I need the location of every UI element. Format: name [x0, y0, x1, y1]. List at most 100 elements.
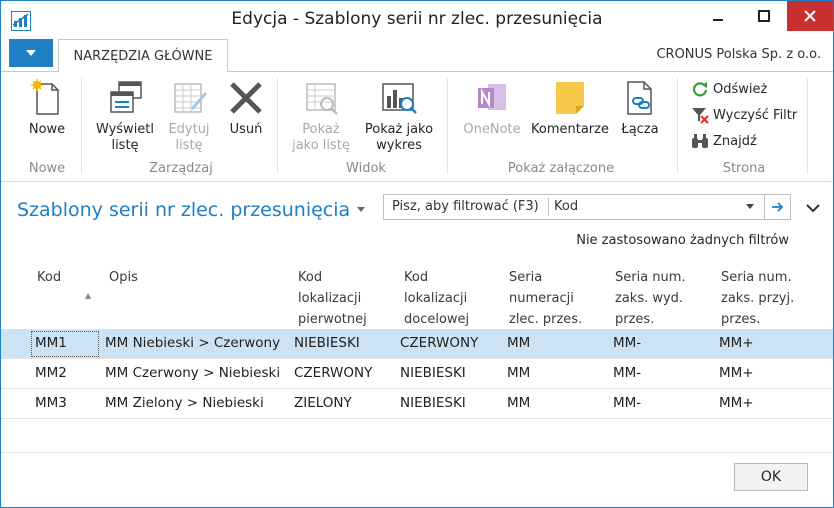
page-title: Szablony serii nr zlec. przesunięcia — [17, 199, 351, 221]
group-label-nowe: Nowe — [28, 161, 66, 176]
new-button[interactable]: Nowe — [23, 78, 71, 138]
onenote-button[interactable]: OneNote — [459, 78, 525, 138]
column-header-kod[interactable]: Kod — [37, 267, 61, 288]
title-dropdown-icon[interactable] — [357, 207, 365, 213]
cell-lokalizacja-pierwotna[interactable]: NIEBIESKI — [294, 335, 360, 351]
refresh-icon — [692, 82, 708, 97]
minimize-button[interactable] — [695, 1, 741, 31]
cell-opis[interactable]: MM Niebieski > Czerwony — [105, 335, 280, 351]
cell-seria-przyj[interactable]: MM+ — [719, 395, 754, 411]
cell-seria-wyd[interactable]: MM- — [613, 335, 641, 351]
dialog-window: Edycja - Szablony serii nr zlec. przesun… — [0, 0, 834, 508]
footer-divider — [1, 452, 833, 453]
cell-lokalizacja-pierwotna[interactable]: CZERWONY — [294, 365, 372, 381]
group-separator — [807, 78, 808, 174]
column-header-label: Kod — [298, 270, 323, 285]
column-header-label: Seria num. — [615, 270, 686, 285]
new-document-icon — [31, 79, 59, 115]
clear-filter-label: Wyczyść Filtr — [713, 107, 798, 123]
filter-field-select[interactable]: Kod — [554, 199, 578, 214]
group-label-widok: Widok — [346, 161, 386, 176]
cell-lokalizacja-docelowa[interactable]: CZERWONY — [400, 335, 478, 351]
clear-filter-button[interactable]: Wyczyść Filtr — [691, 106, 797, 124]
show-as-chart-button[interactable]: Pokaż jako wykres — [359, 78, 439, 154]
show-as-list-button[interactable]: Pokaż jako listę — [289, 78, 353, 154]
cell-seria-przyj[interactable]: MM+ — [719, 335, 754, 351]
cell-opis[interactable]: MM Zielony > Niebieski — [105, 395, 264, 411]
onenote-icon — [478, 84, 506, 110]
column-header-label: zlec. przes. — [509, 312, 583, 327]
cell-seria[interactable]: MM — [507, 365, 530, 381]
new-button-label: Nowe — [28, 122, 66, 137]
column-header-seria-przyj[interactable]: Seria num. zaks. przyj. przes. — [721, 267, 794, 330]
cell-kod[interactable]: MM1 — [35, 335, 67, 351]
table-row[interactable]: MM3 MM Zielony > Niebieski ZIELONY NIEBI… — [1, 389, 833, 419]
cell-kod[interactable]: MM2 — [35, 365, 67, 381]
filter-input[interactable]: Pisz, aby filtrować (F3) — [392, 199, 539, 214]
column-header-lokalizacja-docelowa[interactable]: Kod lokalizacji docelowej — [404, 267, 469, 330]
edit-list-icon — [174, 83, 207, 113]
find-button[interactable]: Znajdź — [691, 132, 757, 150]
column-header-label: zaks. przyj. — [721, 291, 795, 306]
ok-button[interactable]: OK — [734, 463, 808, 491]
cell-lokalizacja-docelowa[interactable]: NIEBIESKI — [400, 365, 466, 381]
column-header-label: numeracji — [509, 291, 574, 306]
sort-ascending-icon: ▲ — [85, 291, 92, 300]
cell-lokalizacja-pierwotna[interactable]: ZIELONY — [294, 395, 352, 411]
links-button[interactable]: Łącza — [617, 78, 663, 138]
link-document-icon — [627, 81, 652, 115]
show-as-list-label-1: Pokaż — [302, 122, 340, 137]
no-filters-status: Nie zastosowano żadnych filtrów — [576, 233, 789, 248]
cell-seria-wyd[interactable]: MM- — [613, 395, 641, 411]
filter-field-dropdown-icon[interactable] — [746, 204, 754, 210]
column-header-seria[interactable]: Seria numeracji zlec. przes. — [509, 267, 582, 330]
apply-filter-button[interactable] — [764, 195, 790, 219]
find-label: Znajdź — [713, 133, 757, 149]
cell-seria-wyd[interactable]: MM- — [613, 365, 641, 381]
maximize-button[interactable] — [741, 1, 787, 31]
cell-seria-przyj[interactable]: MM+ — [719, 365, 754, 381]
group-separator — [677, 78, 678, 174]
tab-home[interactable]: NARZĘDZIA GŁÓWNE — [58, 39, 228, 72]
refresh-label: Odśwież — [713, 81, 768, 97]
table-row[interactable]: MM1 MM Niebieski > Czerwony NIEBIESKI CZ… — [1, 329, 833, 359]
edit-list-label-1: Edytuj — [168, 122, 210, 137]
cell-seria[interactable]: MM — [507, 395, 530, 411]
column-header-seria-wyd[interactable]: Seria num. zaks. wyd. przes. — [615, 267, 686, 330]
company-name: CRONUS Polska Sp. z o.o. — [656, 47, 821, 62]
column-header-opis[interactable]: Opis — [109, 267, 138, 288]
column-header-label: przes. — [721, 312, 761, 327]
column-header-label: Seria num. — [721, 270, 792, 285]
show-as-chart-label-2: wykres — [376, 138, 422, 153]
delete-button[interactable]: Usuń — [223, 78, 269, 138]
column-header-label: zaks. wyd. — [615, 291, 684, 306]
refresh-button[interactable]: Odśwież — [691, 80, 767, 98]
group-separator — [81, 78, 82, 174]
cell-lokalizacja-docelowa[interactable]: NIEBIESKI — [400, 395, 466, 411]
delete-icon — [230, 82, 262, 114]
view-list-icon — [110, 81, 142, 113]
comments-button[interactable]: Komentarze — [529, 78, 611, 138]
column-header-label: Kod — [37, 270, 62, 285]
cell-seria[interactable]: MM — [507, 335, 530, 351]
comments-label: Komentarze — [531, 122, 609, 137]
column-header-label: Opis — [109, 270, 138, 285]
minimize-icon — [713, 19, 723, 21]
view-list-label-1: Wyświetl — [95, 122, 155, 137]
show-as-list-icon — [306, 83, 338, 115]
edit-list-button[interactable]: Edytuj listę — [163, 78, 215, 154]
group-label-zarzadzaj: Zarządzaj — [149, 161, 213, 176]
view-list-button[interactable]: Wyświetl listę — [93, 78, 157, 154]
show-as-chart-label-1: Pokaż jako — [364, 122, 434, 137]
app-menu-button[interactable] — [9, 39, 53, 67]
ribbon: Nowe Nowe Wyświetl listę Edytuj listę Us… — [1, 72, 833, 182]
column-header-label: pierwotnej — [298, 312, 367, 327]
cell-opis[interactable]: MM Czerwony > Niebieski — [105, 365, 280, 381]
column-header-lokalizacja-pierwotna[interactable]: Kod lokalizacji pierwotnej — [298, 267, 367, 330]
show-as-list-label-2: jako listę — [292, 138, 350, 153]
table-row[interactable]: MM2 MM Czerwony > Niebieski CZERWONY NIE… — [1, 359, 833, 389]
collapse-chevron-icon[interactable] — [806, 203, 820, 213]
close-button[interactable] — [787, 1, 833, 31]
arrow-right-icon — [771, 202, 783, 212]
cell-kod[interactable]: MM3 — [35, 395, 67, 411]
